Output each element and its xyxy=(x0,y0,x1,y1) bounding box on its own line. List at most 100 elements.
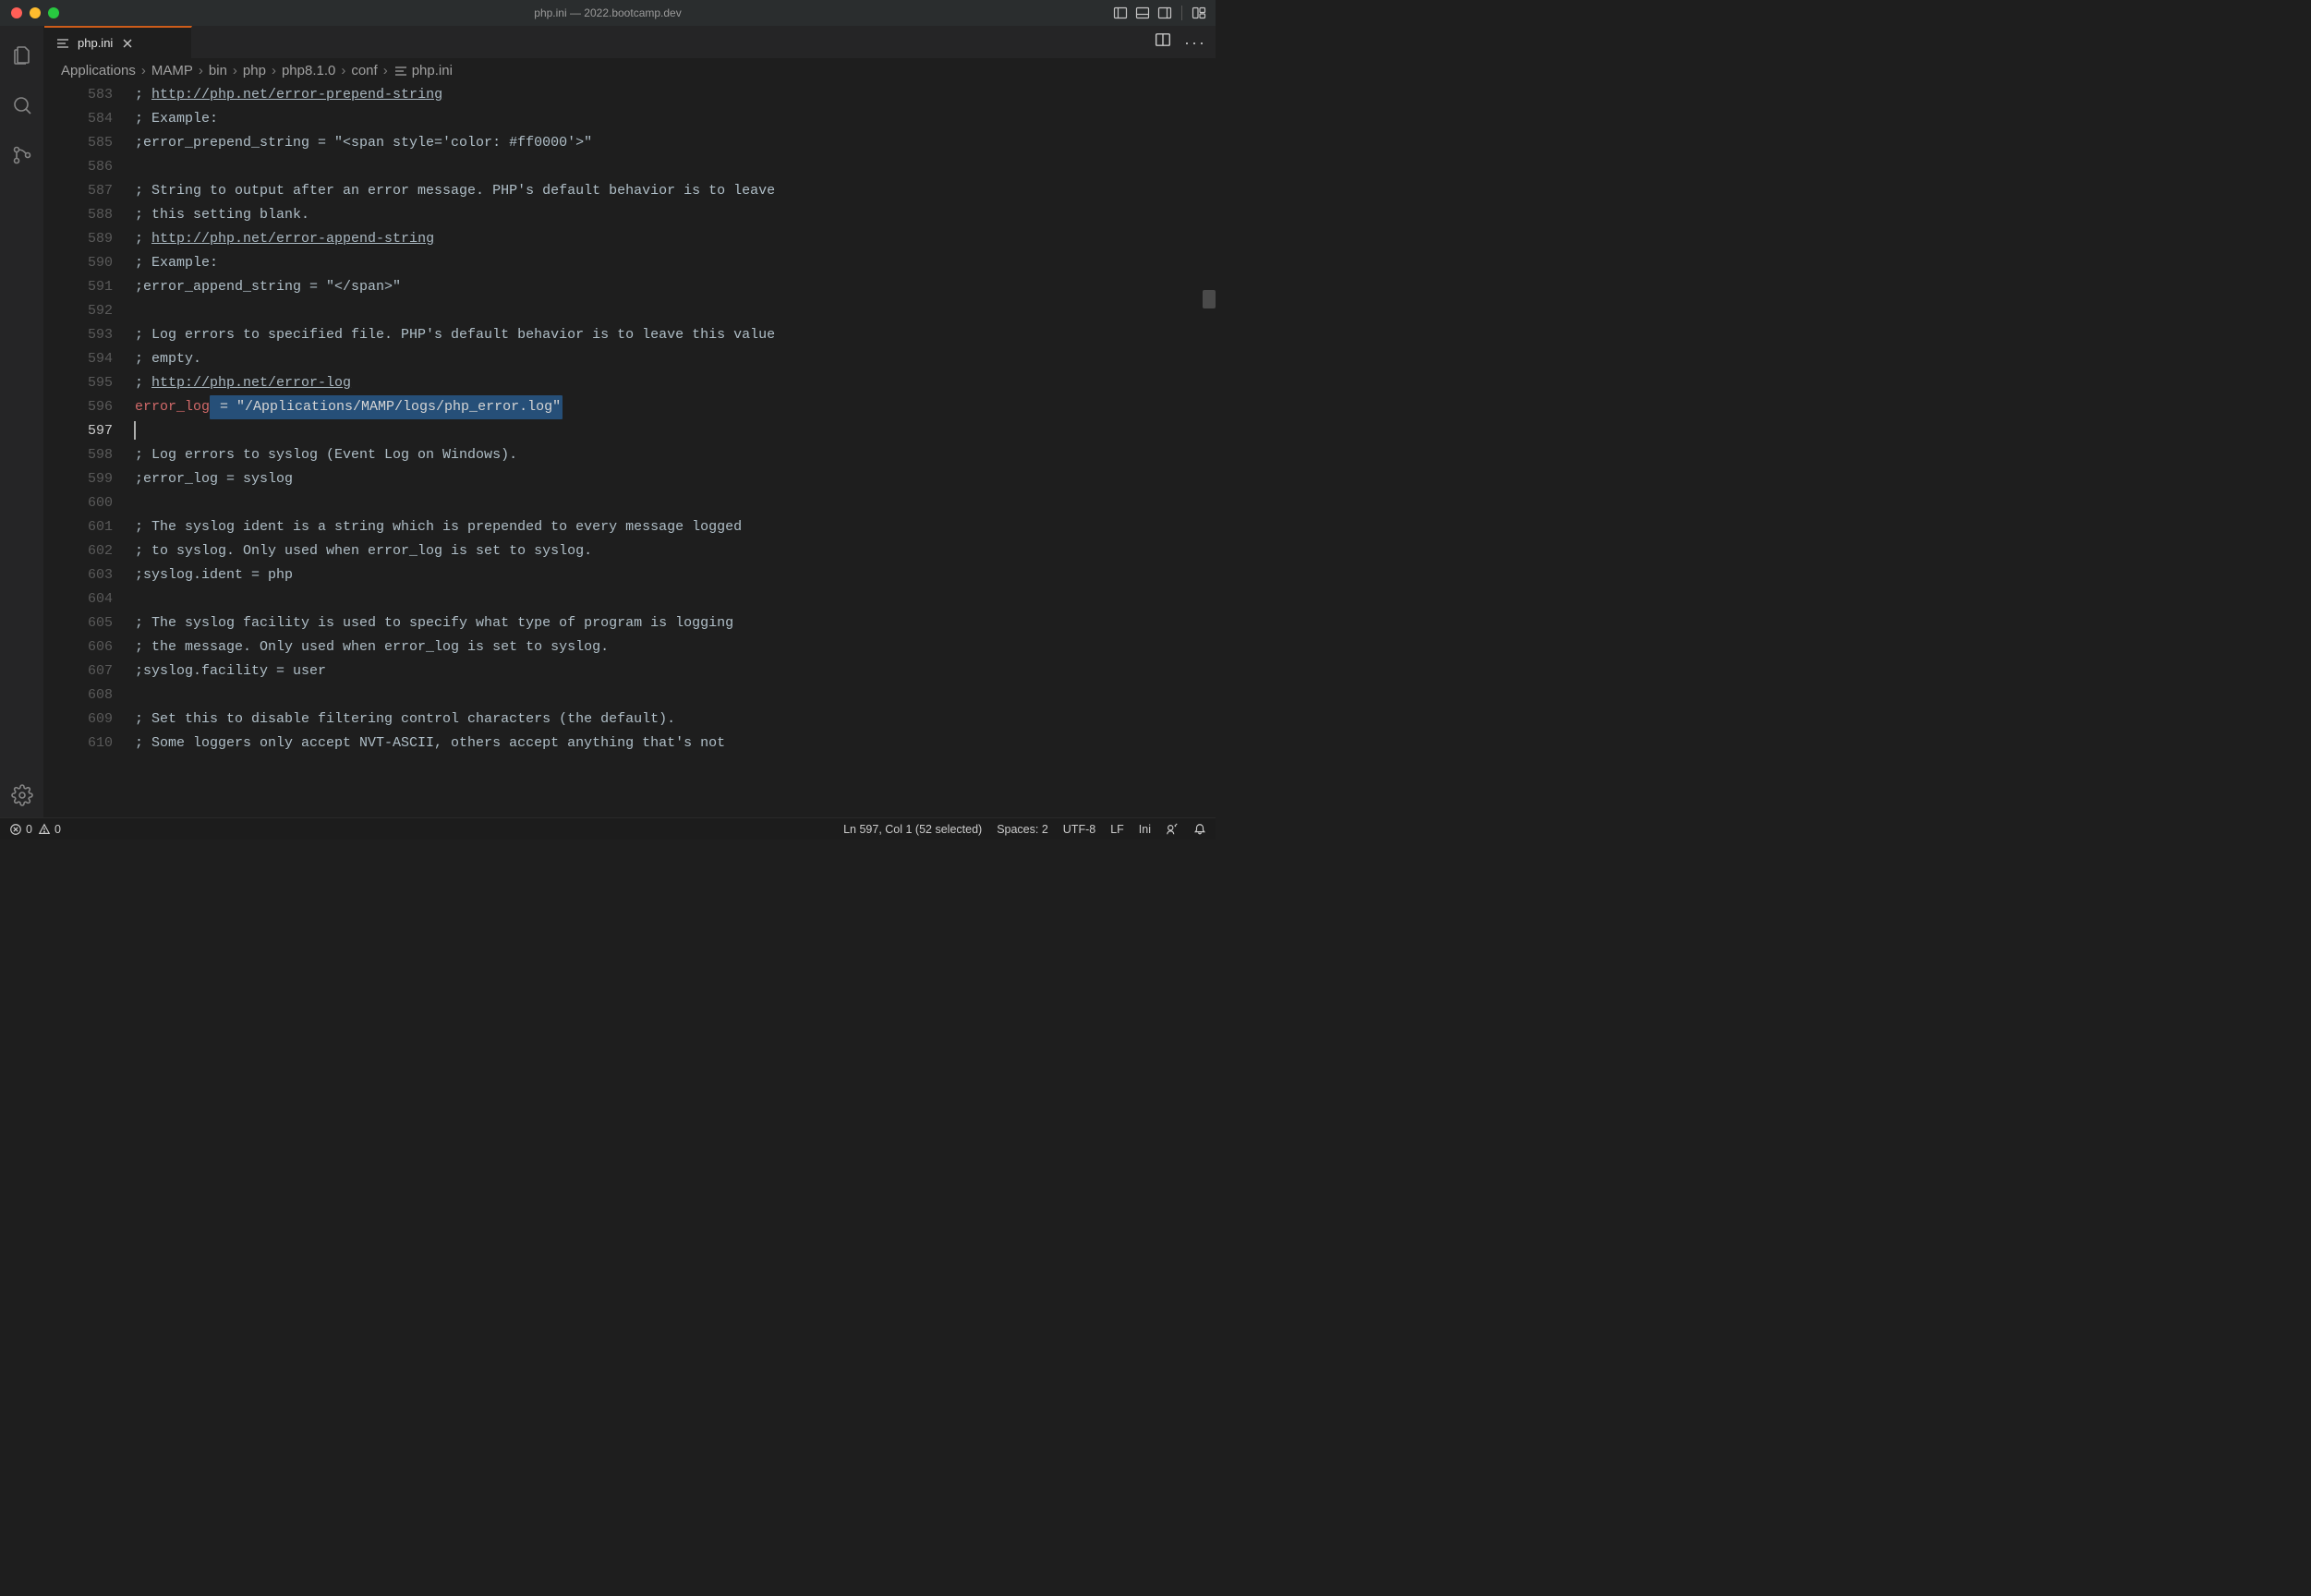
line-number: 601 xyxy=(44,515,113,539)
status-indentation[interactable]: Spaces: 2 xyxy=(997,823,1048,836)
line-number: 593 xyxy=(44,323,113,347)
line-number: 607 xyxy=(44,659,113,683)
breadcrumbs[interactable]: Applications › MAMP › bin › php › php8.1… xyxy=(44,59,1216,83)
minimize-window-button[interactable] xyxy=(30,7,41,18)
code-line[interactable]: ; The syslog facility is used to specify… xyxy=(135,611,1216,635)
maximize-window-button[interactable] xyxy=(48,7,59,18)
line-number: 596 xyxy=(44,395,113,419)
line-number: 584 xyxy=(44,107,113,131)
chevron-right-icon: › xyxy=(233,63,237,79)
status-warnings-count: 0 xyxy=(54,823,61,836)
line-number: 604 xyxy=(44,587,113,611)
tab-php-ini[interactable]: php.ini xyxy=(44,26,192,58)
notifications-bell-icon[interactable] xyxy=(1193,823,1206,836)
line-number: 597 xyxy=(44,419,113,443)
code-line[interactable]: ; http://php.net/error-prepend-string xyxy=(135,83,1216,107)
code-editor[interactable]: 5835845855865875885895905915925935945955… xyxy=(44,83,1216,817)
line-number: 595 xyxy=(44,371,113,395)
code-line[interactable]: ; http://php.net/error-log xyxy=(135,371,1216,395)
code-line[interactable]: ; empty. xyxy=(135,347,1216,371)
line-number: 608 xyxy=(44,683,113,707)
code-line[interactable]: ; the message. Only used when error_log … xyxy=(135,635,1216,659)
line-number: 609 xyxy=(44,707,113,732)
status-cursor-position[interactable]: Ln 597, Col 1 (52 selected) xyxy=(843,823,982,836)
split-editor-icon[interactable] xyxy=(1155,31,1171,53)
status-eol[interactable]: LF xyxy=(1110,823,1124,836)
line-number: 591 xyxy=(44,275,113,299)
code-line[interactable]: ;syslog.ident = php xyxy=(135,563,1216,587)
line-number: 599 xyxy=(44,467,113,491)
line-number: 592 xyxy=(44,299,113,323)
code-line[interactable] xyxy=(135,587,1216,611)
breadcrumb-seg[interactable]: Applications xyxy=(61,63,136,79)
chevron-right-icon: › xyxy=(141,63,146,79)
code-line[interactable]: ; Example: xyxy=(135,251,1216,275)
breadcrumb-seg[interactable]: conf xyxy=(351,63,377,79)
code-line[interactable]: ; String to output after an error messag… xyxy=(135,179,1216,203)
code-line[interactable] xyxy=(135,299,1216,323)
close-window-button[interactable] xyxy=(11,7,22,18)
minimap-viewport[interactable] xyxy=(1203,290,1216,308)
customize-layout-icon[interactable] xyxy=(1192,6,1206,20)
code-content[interactable]: ; http://php.net/error-prepend-string; E… xyxy=(135,83,1216,817)
code-line[interactable]: ; Log errors to specified file. PHP's de… xyxy=(135,323,1216,347)
breadcrumb-file-name: php.ini xyxy=(412,63,453,79)
status-language[interactable]: Ini xyxy=(1139,823,1151,836)
tabs-row: php.ini ··· xyxy=(44,26,1216,59)
breadcrumb-seg[interactable]: bin xyxy=(209,63,227,79)
titlebar: php.ini — 2022.bootcamp.dev xyxy=(0,0,1216,26)
breadcrumb-file[interactable]: php.ini xyxy=(393,63,453,79)
window-controls xyxy=(0,7,59,18)
status-encoding[interactable]: UTF-8 xyxy=(1063,823,1095,836)
line-number: 606 xyxy=(44,635,113,659)
panel-left-icon[interactable] xyxy=(1113,6,1128,20)
ini-file-icon xyxy=(393,64,408,79)
code-line[interactable]: ; Set this to disable filtering control … xyxy=(135,707,1216,732)
line-number: 589 xyxy=(44,227,113,251)
code-line[interactable]: ; http://php.net/error-append-string xyxy=(135,227,1216,251)
titlebar-layout-controls xyxy=(1113,6,1206,20)
search-icon[interactable] xyxy=(0,83,44,127)
line-number: 588 xyxy=(44,203,113,227)
code-line[interactable]: ;syslog.facility = user xyxy=(135,659,1216,683)
tab-close-icon[interactable] xyxy=(120,36,135,51)
code-line[interactable]: ; this setting blank. xyxy=(135,203,1216,227)
code-line[interactable]: ; The syslog ident is a string which is … xyxy=(135,515,1216,539)
panel-right-icon[interactable] xyxy=(1157,6,1172,20)
code-line[interactable]: ;error_prepend_string = "<span style='co… xyxy=(135,131,1216,155)
source-control-icon[interactable] xyxy=(0,133,44,177)
line-number: 586 xyxy=(44,155,113,179)
line-number-gutter: 5835845855865875885895905915925935945955… xyxy=(44,83,135,817)
line-number: 602 xyxy=(44,539,113,563)
feedback-icon[interactable] xyxy=(1166,823,1179,836)
code-line[interactable]: ; Some loggers only accept NVT-ASCII, ot… xyxy=(135,732,1216,756)
breadcrumb-seg[interactable]: php xyxy=(243,63,266,79)
code-line[interactable]: ; Log errors to syslog (Event Log on Win… xyxy=(135,443,1216,467)
line-number: 600 xyxy=(44,491,113,515)
chevron-right-icon: › xyxy=(272,63,276,79)
line-number: 594 xyxy=(44,347,113,371)
code-line[interactable] xyxy=(135,491,1216,515)
line-number: 583 xyxy=(44,83,113,107)
code-line[interactable]: ;error_log = syslog xyxy=(135,467,1216,491)
code-line[interactable] xyxy=(135,155,1216,179)
explorer-icon[interactable] xyxy=(0,33,44,78)
chevron-right-icon: › xyxy=(341,63,345,79)
code-line[interactable] xyxy=(135,419,1216,443)
code-line[interactable]: ;error_append_string = "</span>" xyxy=(135,275,1216,299)
code-line[interactable]: error_log = "/Applications/MAMP/logs/php… xyxy=(135,395,1216,419)
code-line[interactable]: ; Example: xyxy=(135,107,1216,131)
status-errors-count: 0 xyxy=(26,823,32,836)
settings-gear-icon[interactable] xyxy=(0,773,44,817)
panel-bottom-icon[interactable] xyxy=(1135,6,1150,20)
more-actions-icon[interactable]: ··· xyxy=(1184,34,1206,51)
status-errors[interactable]: 0 xyxy=(9,823,32,836)
code-line[interactable]: ; to syslog. Only used when error_log is… xyxy=(135,539,1216,563)
line-number: 605 xyxy=(44,611,113,635)
line-number: 585 xyxy=(44,131,113,155)
breadcrumb-seg[interactable]: MAMP xyxy=(151,63,193,79)
code-line[interactable] xyxy=(135,683,1216,707)
line-number: 610 xyxy=(44,732,113,756)
breadcrumb-seg[interactable]: php8.1.0 xyxy=(282,63,335,79)
status-warnings[interactable]: 0 xyxy=(38,823,61,836)
